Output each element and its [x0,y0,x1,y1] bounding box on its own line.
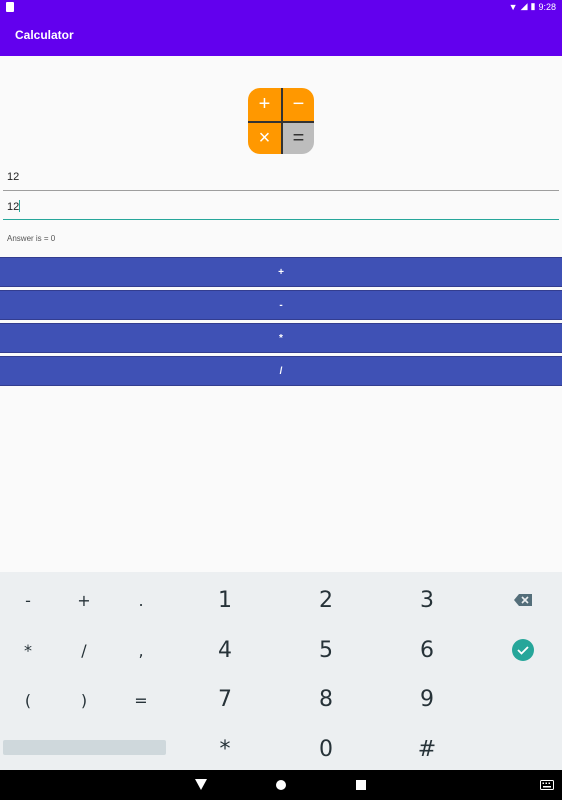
sd-card-icon [6,2,14,12]
key-8[interactable]: 8 [296,677,356,721]
key-6[interactable]: 6 [397,628,457,672]
divide-button[interactable]: / [0,356,562,386]
key-7[interactable]: 7 [195,677,255,721]
second-number-value: 12 [7,201,20,213]
first-number-value: 12 [7,171,20,183]
key-0[interactable]: 0 [296,727,356,771]
status-bar: ▼ ◢ ▮ 9:28 [0,0,562,14]
key-equals[interactable]: = [121,680,161,720]
key-5[interactable]: 5 [296,628,356,672]
key-9[interactable]: 9 [397,677,457,721]
recents-icon[interactable] [356,780,366,790]
battery-icon: ▮ [530,1,536,11]
key-minus[interactable]: - [8,580,48,620]
add-button[interactable]: + [0,257,562,287]
field-underline-active [3,219,559,220]
key-2[interactable]: 2 [296,578,356,622]
home-icon[interactable] [275,779,287,791]
signal-icon: ◢ [520,1,528,11]
back-icon[interactable] [195,779,207,790]
calculator-logo: + − × = [248,88,314,154]
key-open-paren[interactable]: ( [8,680,48,720]
first-number-field[interactable]: 12 [3,169,559,191]
key-close-paren[interactable]: ) [64,680,104,720]
key-3[interactable]: 3 [397,578,457,622]
multiply-button[interactable]: * [0,323,562,353]
minus-icon: − [281,88,314,121]
plus-icon: + [248,88,281,121]
done-check-icon[interactable] [503,630,543,670]
spacebar[interactable] [3,740,166,755]
key-period[interactable]: . [121,580,161,620]
keyboard-switch-icon[interactable] [540,780,554,790]
field-underline [3,190,559,191]
equals-icon: = [281,121,314,154]
key-hash[interactable]: # [397,727,457,771]
key-4[interactable]: 4 [195,628,255,672]
key-asterisk[interactable]: * [8,630,48,670]
status-time: 9:28 [538,1,556,12]
second-number-field[interactable]: 12 [3,198,559,220]
key-1[interactable]: 1 [195,578,255,622]
key-slash[interactable]: / [64,630,104,670]
text-caret [19,200,21,212]
app-title: Calculator [15,28,74,42]
wifi-icon: ▼ [508,1,518,12]
times-icon: × [248,121,281,154]
key-comma[interactable]: , [121,630,161,670]
backspace-icon[interactable] [503,580,543,620]
subtract-button[interactable]: - [0,290,562,320]
navigation-bar [0,770,562,800]
app-bar: Calculator [0,14,562,56]
key-plus[interactable]: + [64,580,104,620]
answer-text: Answer is = 0 [7,234,56,243]
key-star[interactable]: * [195,727,255,771]
